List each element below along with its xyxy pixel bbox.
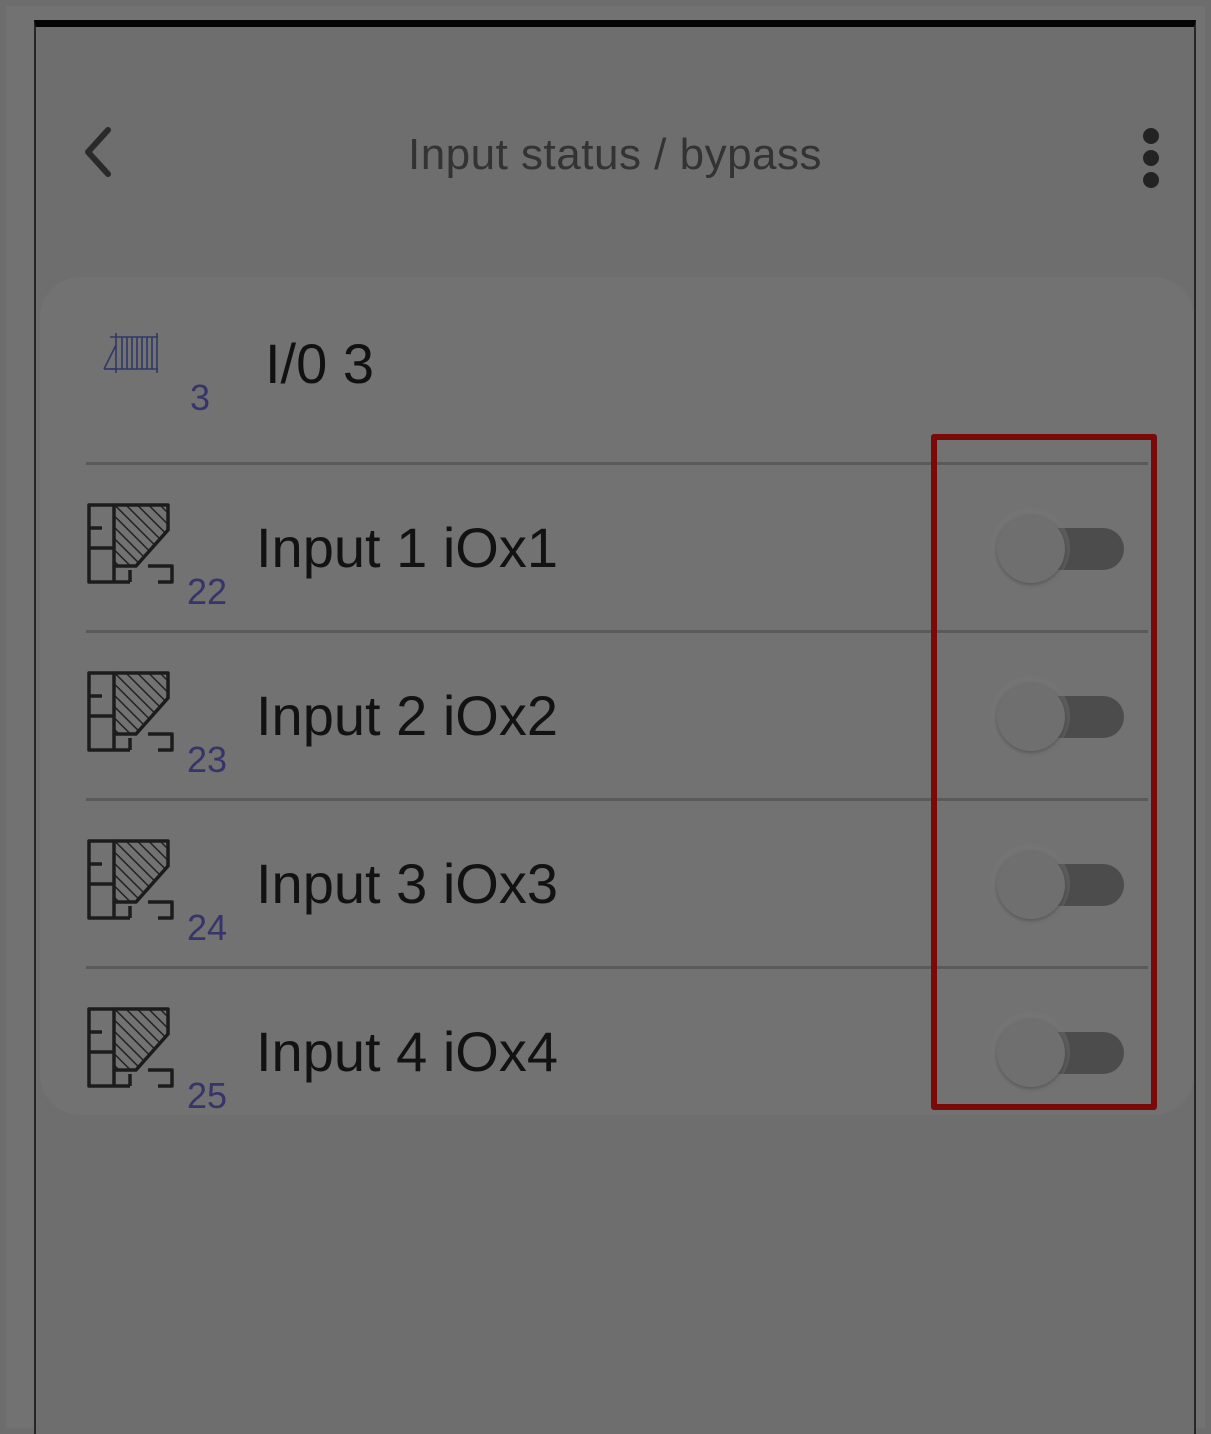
floorplan-zone-icon (87, 671, 174, 752)
floorplan-zone-icon (87, 503, 174, 584)
input-row: 22 Input 1 iOx1 (86, 462, 1148, 630)
floorplan-zone-icon (87, 1007, 174, 1088)
device-header: 3 I/0 3 (40, 277, 1194, 445)
kebab-menu-icon (1143, 128, 1159, 144)
zone-number: 22 (187, 571, 228, 612)
page-title: Input status / bypass (407, 130, 823, 179)
bypass-toggle[interactable] (990, 676, 1124, 756)
inputs-card: 3 I/0 3 22 Input 1 iOx1 23 Input 2 iOx2 … (40, 277, 1194, 1116)
bypass-toggle[interactable] (990, 1012, 1124, 1092)
device-name: I/0 3 (265, 332, 374, 395)
input-row: 24 Input 3 iOx3 (86, 798, 1148, 966)
input-label: Input 2 iOx2 (256, 684, 558, 747)
app-header: Input status / bypass (36, 27, 1194, 287)
input-row: 25 Input 4 iOx4 (86, 966, 1148, 1134)
device-number: 3 (190, 377, 211, 418)
gate-icon (103, 333, 158, 373)
zone-number: 23 (187, 739, 228, 780)
bypass-toggle[interactable] (990, 844, 1124, 924)
more-options-button[interactable] (1131, 123, 1171, 193)
zone-number: 24 (187, 907, 228, 948)
input-label: Input 4 iOx4 (256, 1020, 558, 1083)
bypass-toggle[interactable] (990, 508, 1124, 588)
input-label: Input 1 iOx1 (256, 516, 558, 579)
app-screen: Input status / bypass 3 I/0 3 22 Input 1… (34, 20, 1196, 1434)
input-row: 23 Input 2 iOx2 (86, 630, 1148, 798)
floorplan-zone-icon (87, 839, 174, 920)
screen-frame: Input status / bypass 3 I/0 3 22 Input 1… (6, 6, 1205, 1434)
input-label: Input 3 iOx3 (256, 852, 558, 915)
zone-number: 25 (187, 1075, 228, 1116)
